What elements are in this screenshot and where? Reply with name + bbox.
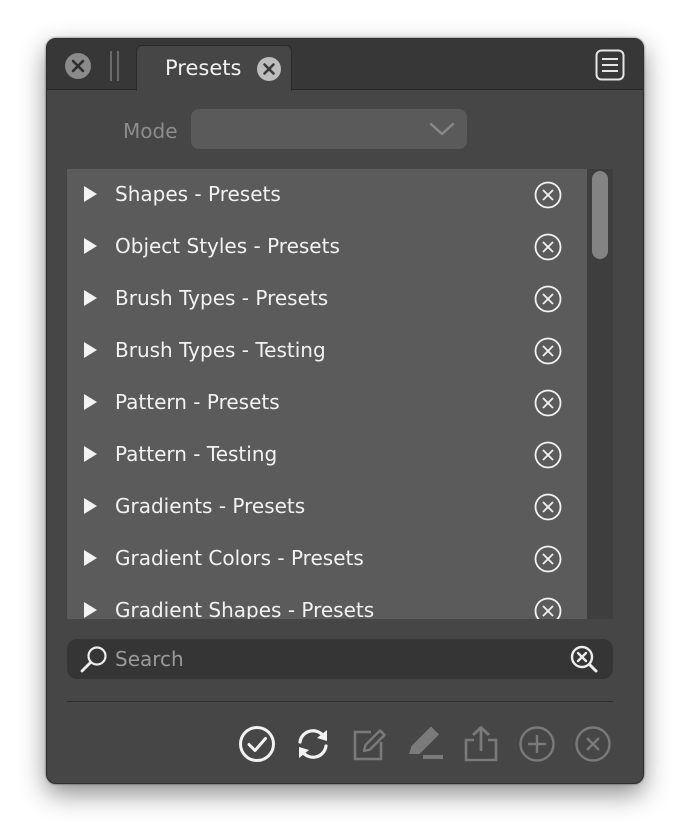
tab-close-button[interactable] (257, 57, 281, 81)
search-bar (67, 639, 613, 679)
list-item-label: Pattern - Testing (115, 442, 278, 466)
toolbar-divider (67, 701, 613, 702)
remove-button[interactable] (573, 724, 613, 764)
list-item[interactable]: Gradients - Presets (67, 481, 587, 533)
disclosure-triangle-icon[interactable] (84, 186, 97, 202)
list-item[interactable]: Pattern - Testing (67, 429, 587, 481)
disclosure-triangle-icon[interactable] (84, 290, 97, 306)
disclosure-triangle-icon[interactable] (84, 446, 97, 462)
list-item-label: Brush Types - Presets (115, 286, 329, 310)
apply-button[interactable] (237, 724, 277, 764)
list-item[interactable]: Gradient Colors - Presets (67, 533, 587, 585)
list-item[interactable]: Object Styles - Presets (67, 221, 587, 273)
list-item[interactable]: Gradient Shapes - Presets (67, 585, 587, 619)
close-icon (263, 63, 275, 75)
presets-panel: Presets Mode Shapes - Presets Object Sty… (46, 38, 644, 784)
add-button[interactable] (517, 724, 557, 764)
remove-circle-icon[interactable] (533, 544, 563, 574)
search-icon (80, 646, 107, 673)
close-icon (71, 59, 85, 73)
panel-close-button[interactable] (65, 53, 91, 79)
hamburger-menu-icon (595, 49, 625, 81)
remove-circle-icon[interactable] (533, 388, 563, 418)
drag-grip-handle[interactable] (110, 51, 120, 81)
scrollbar-thumb[interactable] (592, 171, 608, 259)
mode-label: Mode (123, 119, 178, 143)
disclosure-triangle-icon[interactable] (84, 394, 97, 410)
mode-dropdown[interactable] (191, 109, 467, 149)
rename-pen-icon (409, 726, 443, 759)
disclosure-triangle-icon[interactable] (84, 602, 97, 618)
remove-circle-icon[interactable] (533, 232, 563, 262)
disclosure-triangle-icon[interactable] (84, 498, 97, 514)
tab-presets-label: Presets (165, 56, 242, 80)
rename-button[interactable] (405, 724, 445, 764)
list-item-label: Object Styles - Presets (115, 234, 340, 258)
list-item-label: Shapes - Presets (115, 182, 281, 206)
share-button[interactable] (461, 724, 501, 764)
list-item[interactable]: Shapes - Presets (67, 169, 587, 221)
remove-circle-icon[interactable] (533, 180, 563, 210)
list-item[interactable]: Brush Types - Presets (67, 273, 587, 325)
remove-circle-icon (575, 726, 611, 762)
list-item-label: Gradient Shapes - Presets (115, 598, 375, 619)
share-icon (464, 726, 498, 762)
list-item-label: Gradient Colors - Presets (115, 546, 364, 570)
checkmark-circle-icon (239, 726, 275, 762)
remove-circle-icon[interactable] (533, 492, 563, 522)
chevron-down-icon (429, 122, 455, 136)
refresh-button[interactable] (293, 724, 333, 764)
remove-circle-icon[interactable] (533, 440, 563, 470)
remove-circle-icon[interactable] (533, 596, 563, 619)
edit-icon (353, 729, 386, 761)
disclosure-triangle-icon[interactable] (84, 342, 97, 358)
edit-button[interactable] (349, 724, 389, 764)
remove-circle-icon[interactable] (533, 336, 563, 366)
remove-circle-icon[interactable] (533, 284, 563, 314)
add-circle-icon (519, 726, 555, 762)
list-item-label: Gradients - Presets (115, 494, 306, 518)
tab-presets[interactable]: Presets (136, 45, 292, 91)
list-scrollbar[interactable] (587, 169, 613, 619)
disclosure-triangle-icon[interactable] (84, 550, 97, 566)
refresh-icon (298, 729, 328, 759)
list-item[interactable]: Brush Types - Testing (67, 325, 587, 377)
panel-titlebar: Presets (47, 39, 643, 91)
list-item[interactable]: Pattern - Presets (67, 377, 587, 429)
list-item-label: Pattern - Presets (115, 390, 280, 414)
preset-group-list[interactable]: Shapes - Presets Object Styles - Presets… (67, 169, 613, 619)
panel-menu-button[interactable] (595, 49, 625, 81)
disclosure-triangle-icon[interactable] (84, 238, 97, 254)
clear-search-icon[interactable] (569, 644, 599, 674)
search-input[interactable] (115, 645, 555, 673)
list-item-label: Brush Types - Testing (115, 338, 326, 362)
